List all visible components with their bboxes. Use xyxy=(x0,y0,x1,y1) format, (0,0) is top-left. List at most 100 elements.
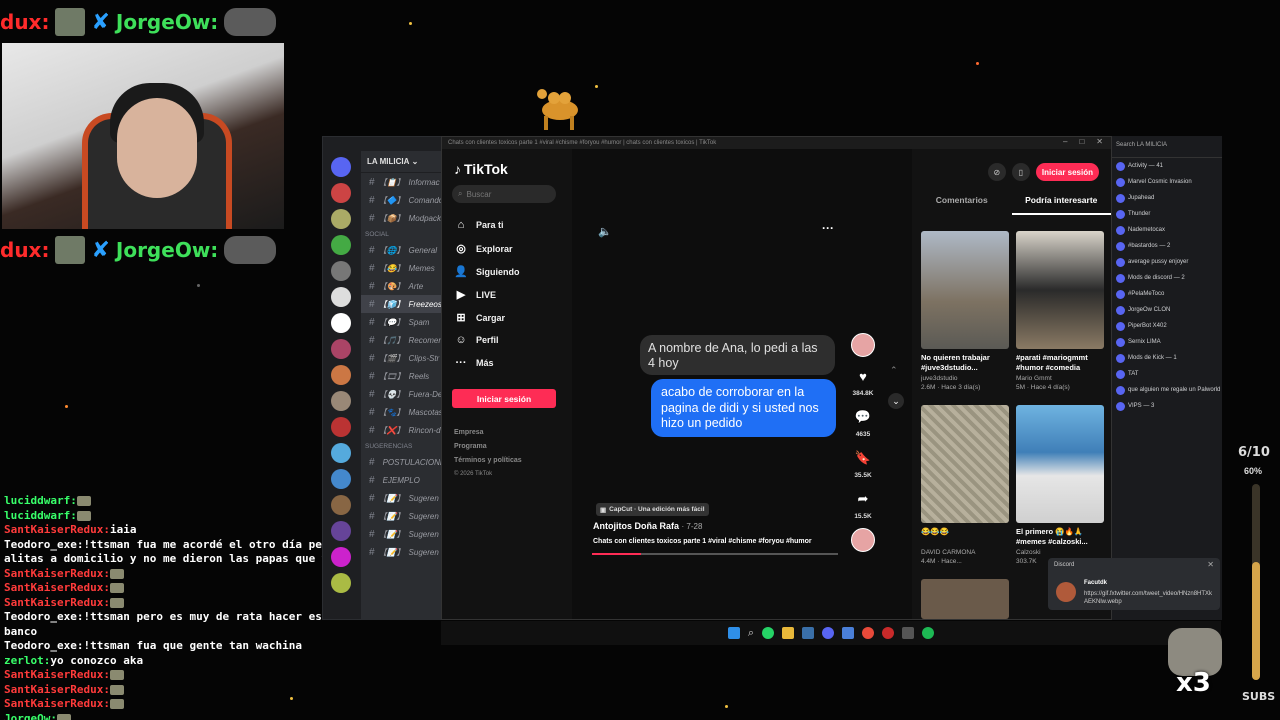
server-icon[interactable] xyxy=(331,339,351,359)
tiktok-logo[interactable]: ♪ TikTok xyxy=(454,161,508,177)
login-button[interactable]: Iniciar sesión xyxy=(452,389,556,408)
chevron-up-icon[interactable]: ⌃ xyxy=(890,365,898,376)
server-icon[interactable] xyxy=(331,235,351,255)
channel-item[interactable]: # 【📝】 Sugeren xyxy=(361,489,441,507)
more-options-icon[interactable]: ··· xyxy=(822,221,834,235)
channel-category[interactable]: SOCIAL xyxy=(361,227,441,241)
channel-item[interactable]: # 【🐾】 Mascotas xyxy=(361,403,441,421)
video-progress-bar[interactable] xyxy=(592,553,838,555)
member-item[interactable]: #PelaMeToco xyxy=(1112,286,1222,302)
member-item[interactable]: Sernix LIMA xyxy=(1112,334,1222,350)
obs-icon[interactable] xyxy=(882,627,895,639)
footer-link[interactable]: Términos y políticas xyxy=(454,457,522,464)
server-icon[interactable] xyxy=(331,547,351,567)
channel-item[interactable]: # 【🧊】 Freezeos xyxy=(361,295,441,313)
music-disc-avatar[interactable] xyxy=(851,528,875,552)
footer-link[interactable]: Programa xyxy=(454,443,487,450)
volume-icon[interactable]: 🔈 xyxy=(598,225,612,238)
channel-item[interactable]: # 【📋】 Informac xyxy=(361,173,441,191)
server-icon[interactable] xyxy=(331,391,351,411)
member-item[interactable]: Mods de discord — 2 xyxy=(1112,270,1222,286)
folder-icon[interactable] xyxy=(782,627,795,639)
video-card[interactable]: No quieren trabajar #juve3dstudio... juv… xyxy=(921,231,1009,391)
nav-item[interactable]: ⊞ Cargar xyxy=(454,311,564,324)
discord-notification[interactable]: Discord ✕ Facutdk https://gif.fxtwitter.… xyxy=(1048,558,1220,610)
tab-recommendations[interactable]: Podría interesarte xyxy=(1011,193,1111,215)
channel-item[interactable]: # 【❌】 Rincon-d xyxy=(361,421,441,439)
channel-item[interactable]: # 【💬】 Spam xyxy=(361,313,441,331)
maximize-icon[interactable]: □ xyxy=(1079,137,1084,146)
search-icon[interactable]: ⌕ xyxy=(748,627,754,640)
server-icon[interactable] xyxy=(331,313,351,333)
member-item[interactable]: que alguien me regale un Palworld xyxy=(1112,382,1222,398)
nav-item[interactable]: ▶ LIVE xyxy=(454,288,564,301)
channel-item[interactable]: # EJEMPLO xyxy=(361,471,441,489)
channel-category[interactable]: SUGERENCIAS xyxy=(361,439,441,453)
channel-item[interactable]: # 【🎨】 Arte xyxy=(361,277,441,295)
nav-item[interactable]: ◎ Explorar xyxy=(454,242,564,255)
phone-icon[interactable]: ▯ xyxy=(1011,163,1030,181)
server-icon[interactable] xyxy=(331,183,351,203)
server-icon[interactable] xyxy=(331,443,351,463)
member-item[interactable]: TAT xyxy=(1112,366,1222,382)
channel-item[interactable]: # 【📝】 Sugeren xyxy=(361,525,441,543)
server-icon[interactable] xyxy=(331,209,351,229)
member-item[interactable]: Thunder xyxy=(1112,206,1222,222)
video-thumbnail[interactable] xyxy=(921,579,1009,619)
channel-item[interactable]: # 【📦】 Modpack xyxy=(361,209,441,227)
app-icon[interactable] xyxy=(902,627,915,639)
comment-icon[interactable]: 💬 xyxy=(855,409,871,425)
nav-item[interactable]: 👤 Siguiendo xyxy=(454,265,564,278)
member-item[interactable]: PiperBot X402 xyxy=(1112,318,1222,334)
channel-item[interactable]: # POSTULACIONE xyxy=(361,453,441,471)
spotify-icon[interactable] xyxy=(922,627,935,639)
member-search[interactable]: Search LA MILICIA xyxy=(1112,136,1222,158)
discord-home-icon[interactable] xyxy=(331,157,351,177)
video-card[interactable]: #parati #mariogmmt #humor #comedia Mario… xyxy=(1016,231,1104,391)
server-icon[interactable] xyxy=(331,521,351,541)
heart-icon[interactable]: ♥ xyxy=(859,369,867,384)
discord-icon[interactable] xyxy=(822,627,835,639)
close-icon[interactable]: ✕ xyxy=(1096,137,1103,146)
whatsapp-icon[interactable] xyxy=(762,627,775,639)
channel-item[interactable]: # 【😂】 Memes xyxy=(361,259,441,277)
member-item[interactable]: Nademetocax xyxy=(1112,222,1222,238)
video-card[interactable]: El primero 😭🔥🙏 #memes #calzoski... Calzo… xyxy=(1016,405,1104,565)
channel-item[interactable]: # 【🎬】 Clips-Str xyxy=(361,349,441,367)
tab-comments[interactable]: Comentarios xyxy=(912,193,1012,215)
channel-item[interactable]: # 【🌐】 General xyxy=(361,241,441,259)
steam-icon[interactable] xyxy=(802,627,815,639)
server-icon[interactable] xyxy=(331,261,351,281)
close-icon[interactable]: ✕ xyxy=(1207,560,1214,569)
video-card[interactable]: 😂😂😂 DAVID CARMONA 4.4M · Hace... xyxy=(921,405,1009,565)
nav-item[interactable]: ··· Más xyxy=(454,357,564,369)
member-item[interactable]: Mods de Kick — 1 xyxy=(1112,350,1222,366)
channel-item[interactable]: # 【📝】 Sugeren xyxy=(361,543,441,561)
member-item[interactable]: Jupahead xyxy=(1112,190,1222,206)
nav-item[interactable]: ☺ Perfil xyxy=(454,334,564,346)
creator-avatar[interactable] xyxy=(851,333,875,357)
channel-item[interactable]: # 【🎞】 Reels xyxy=(361,367,441,385)
server-icon[interactable] xyxy=(331,417,351,437)
server-icon[interactable] xyxy=(331,573,351,593)
server-icon[interactable] xyxy=(331,365,351,385)
minimize-icon[interactable]: – xyxy=(1063,137,1067,146)
nav-item[interactable]: ⌂ Para ti xyxy=(454,219,564,231)
channel-item[interactable]: # 【🎵】 Recomen xyxy=(361,331,441,349)
member-item[interactable]: Activity — 41 xyxy=(1112,158,1222,174)
coin-icon[interactable]: ⊘ xyxy=(987,163,1006,181)
app-icon[interactable] xyxy=(842,627,855,639)
server-name-header[interactable]: LA MILICIA ⌄ xyxy=(361,151,441,173)
member-item[interactable]: #bastardos — 2 xyxy=(1112,238,1222,254)
channel-item[interactable]: # 【📝】 Sugeren xyxy=(361,507,441,525)
chrome-icon[interactable] xyxy=(862,627,875,639)
member-item[interactable]: VIPS — 3 xyxy=(1112,398,1222,414)
footer-link[interactable]: Empresa xyxy=(454,429,484,436)
chevron-down-icon[interactable]: ⌄ xyxy=(888,393,904,409)
windows-start-icon[interactable] xyxy=(727,627,740,639)
share-icon[interactable]: ➦ xyxy=(858,491,869,507)
member-item[interactable]: JorgeOw CLON xyxy=(1112,302,1222,318)
capcut-tag[interactable]: ▣ CapCut · Una edición más fácil xyxy=(596,503,709,516)
server-icon[interactable] xyxy=(331,469,351,489)
search-input[interactable]: ⌕ Buscar xyxy=(452,185,556,203)
